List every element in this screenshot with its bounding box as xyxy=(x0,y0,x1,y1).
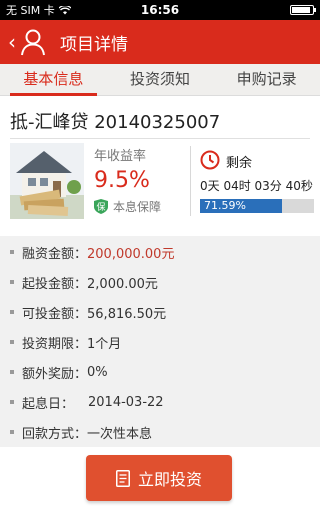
detail-row: 投资期限： 1个月 xyxy=(10,327,310,357)
detail-label: 可投金额： xyxy=(22,306,88,322)
clock-icon xyxy=(200,150,220,170)
bullet xyxy=(10,370,14,374)
chevron-left-icon: ‹ xyxy=(8,30,16,54)
detail-value: 200,000.00元 xyxy=(87,246,175,262)
wifi-icon xyxy=(58,5,71,14)
rate-label: 年收益率 xyxy=(94,149,147,164)
detail-value: 1个月 xyxy=(87,336,122,352)
detail-row: 可投金额： 56,816.50元 xyxy=(10,297,310,327)
rate-value: 9.5% xyxy=(94,168,150,193)
details-panel: 融资金额： 200,000.00元 起投金额： 2,000.00元 可投金额： … xyxy=(0,236,320,447)
bottom-bar: 立即投资 xyxy=(0,447,320,512)
tab-basic-info[interactable]: 基本信息 xyxy=(0,64,107,96)
detail-value: 0% xyxy=(87,364,108,380)
bullet xyxy=(10,400,14,404)
guarantee: 保 本息保障 xyxy=(94,198,161,215)
bullet xyxy=(10,310,14,314)
detail-value: 2,000.00元 xyxy=(87,276,158,292)
progress-text: 71.59% xyxy=(204,199,246,212)
detail-row: 融资金额： 200,000.00元 xyxy=(10,237,310,267)
detail-row: 起息日： 2014-03-22 xyxy=(10,387,310,417)
tab-subscription-records[interactable]: 申购记录 xyxy=(213,64,320,95)
carrier-label: 无 SIM 卡 xyxy=(6,4,55,17)
document-icon xyxy=(115,469,130,487)
detail-label: 回款方式： xyxy=(22,426,88,442)
tab-bar: 基本信息 投资须知 申购记录 xyxy=(0,64,320,96)
remain-label: 剩余 xyxy=(226,156,253,171)
battery-icon xyxy=(290,5,316,15)
back-button[interactable]: ‹ xyxy=(8,28,46,56)
shield-icon: 保 xyxy=(94,199,108,214)
guarantee-label: 本息保障 xyxy=(113,200,162,214)
detail-value: 56,816.50元 xyxy=(87,306,167,322)
progress-bar: 71.59% xyxy=(200,199,314,213)
bullet xyxy=(10,280,14,284)
bullet xyxy=(10,430,14,434)
page-title: 项目详情 xyxy=(60,34,128,55)
house-money-image xyxy=(10,143,84,219)
invest-now-label: 立即投资 xyxy=(137,470,202,489)
status-bar: 无 SIM 卡 16:56 xyxy=(0,0,320,20)
guarantee-badge: 保 xyxy=(96,201,105,213)
product-title: 抵-汇峰贷 20140325007 xyxy=(10,112,221,133)
tab-investment-notice[interactable]: 投资须知 xyxy=(107,64,214,95)
vertical-divider xyxy=(190,146,191,216)
divider xyxy=(10,138,310,139)
person-icon xyxy=(21,29,45,56)
detail-label: 额外奖励： xyxy=(22,366,88,382)
detail-row: 回款方式： 一次性本息 xyxy=(10,417,310,447)
detail-label: 投资期限： xyxy=(22,336,88,352)
nav-bar: ‹ 项目详情 xyxy=(0,20,320,64)
detail-row: 额外奖励： 0% xyxy=(10,357,310,387)
detail-row: 起投金额： 2,000.00元 xyxy=(10,267,310,297)
detail-value: 一次性本息 xyxy=(87,426,153,442)
bullet xyxy=(10,340,14,344)
detail-label: 融资金额： xyxy=(22,246,88,262)
bullet xyxy=(10,250,14,254)
detail-label: 起投金额： xyxy=(22,276,88,292)
detail-value: 2014-03-22 xyxy=(88,394,164,410)
detail-label: 起息日： xyxy=(22,396,75,412)
countdown: 0天 04时 03分 40秒 xyxy=(200,179,313,193)
invest-now-button[interactable]: 立即投资 xyxy=(86,455,232,501)
